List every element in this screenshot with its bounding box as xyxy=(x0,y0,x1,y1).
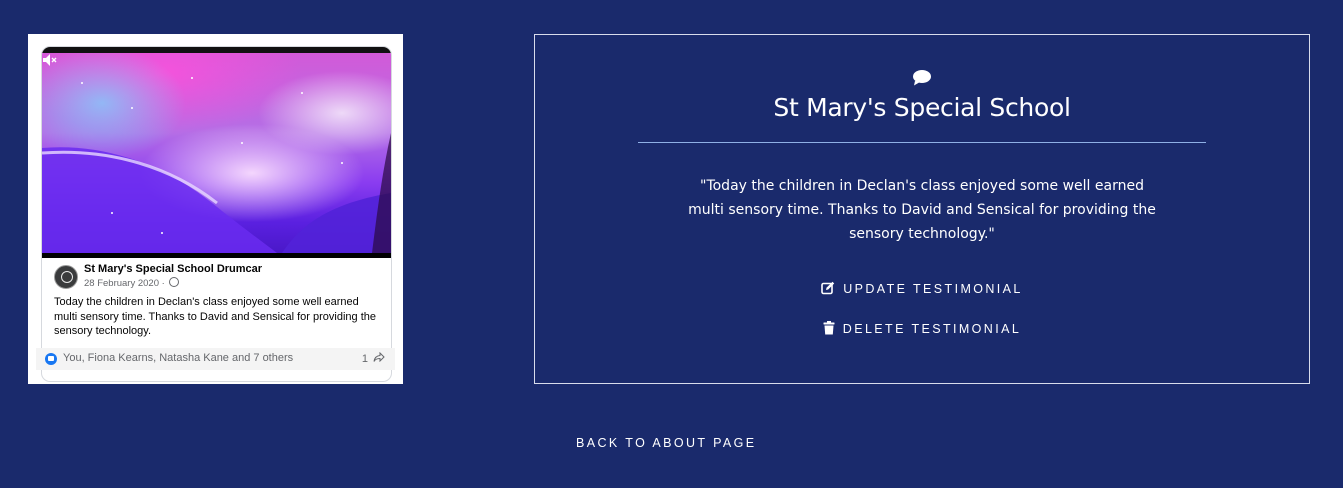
comment-icon xyxy=(913,70,931,86)
update-testimonial-button[interactable]: UPDATE TESTIMONIAL xyxy=(535,281,1309,296)
delete-testimonial-label: DELETE TESTIMONIAL xyxy=(842,322,1022,336)
title-divider xyxy=(638,142,1206,143)
like-icon xyxy=(45,353,57,365)
update-testimonial-label: UPDATE TESTIMONIAL xyxy=(843,282,1023,296)
testimonial-panel: St Mary's Special School "Today the chil… xyxy=(534,34,1310,384)
aurora-planet-graphic xyxy=(42,77,391,253)
reactions-bar: You, Fiona Kearns, Natasha Kane and 7 ot… xyxy=(36,348,395,370)
video-bottom-bar xyxy=(42,253,391,258)
post-text: Today the children in Declan's class enj… xyxy=(54,296,377,337)
school-crest-avatar[interactable] xyxy=(54,265,78,289)
facebook-post-screenshot: St Mary's Special School Drumcar 28 Febr… xyxy=(28,34,403,384)
post-author[interactable]: St Mary's Special School Drumcar xyxy=(84,263,262,275)
delete-testimonial-button[interactable]: DELETE TESTIMONIAL xyxy=(535,321,1309,336)
back-to-about-link[interactable]: BACK TO ABOUT PAGE xyxy=(576,436,757,450)
post-date[interactable]: 28 February 2020 · xyxy=(84,278,165,289)
edit-icon xyxy=(821,281,835,295)
post-date-line: 28 February 2020 · xyxy=(84,277,180,289)
share-count[interactable]: 1 xyxy=(362,352,385,365)
trash-icon xyxy=(823,321,835,335)
facebook-post-card: St Mary's Special School Drumcar 28 Febr… xyxy=(41,46,392,382)
testimonial-title: St Mary's Special School xyxy=(773,93,1071,122)
post-video[interactable] xyxy=(42,53,391,253)
testimonial-quote: "Today the children in Declan's class en… xyxy=(688,178,1156,242)
share-icon xyxy=(373,352,385,362)
speaker-muted-icon[interactable] xyxy=(42,53,58,67)
globe-icon xyxy=(169,277,180,287)
share-count-value: 1 xyxy=(361,353,368,365)
reaction-names[interactable]: You, Fiona Kearns, Natasha Kane and 7 ot… xyxy=(63,352,293,364)
